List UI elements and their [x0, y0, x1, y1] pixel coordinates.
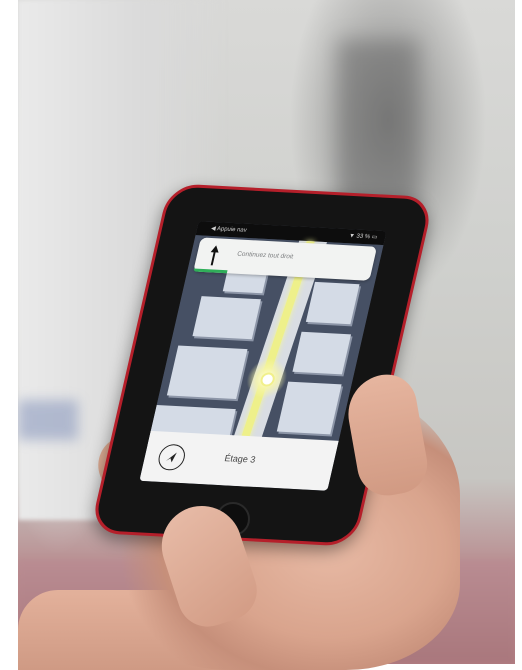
status-carrier: ◀ Appuie nav	[210, 225, 248, 234]
floor-label: Étage 3	[223, 453, 257, 465]
arrow-up-icon	[210, 245, 219, 266]
status-battery: ▼ 33 % ▭	[348, 233, 378, 241]
map-room	[166, 345, 248, 400]
locate-button[interactable]	[155, 443, 188, 471]
map-room	[305, 281, 360, 325]
map-room	[276, 381, 342, 435]
blurred-blue-strip	[18, 400, 78, 440]
smartphone: ◀ Appuie nav ▼ 33 % ▭ Continuez tout dro…	[89, 183, 435, 547]
navigation-arrow-icon	[165, 452, 177, 463]
blurred-doorway	[338, 40, 418, 210]
instruction-text: Continuez tout droit	[236, 250, 294, 261]
map-room	[192, 296, 261, 340]
map-room	[292, 331, 352, 375]
floor-card: Étage 3	[139, 430, 339, 491]
